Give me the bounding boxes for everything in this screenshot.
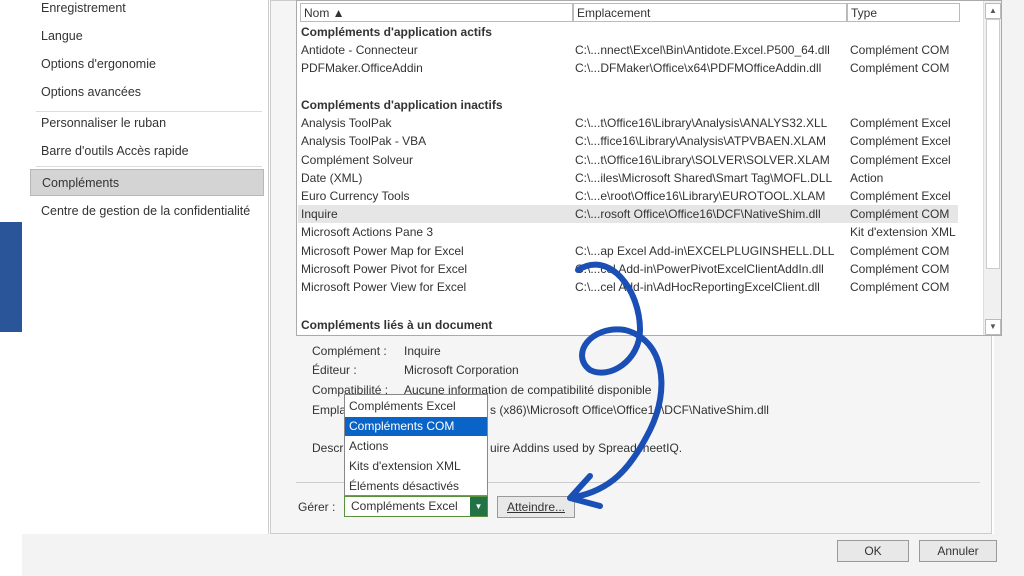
row-name: Date (XML) <box>301 171 363 185</box>
row-type: Complément COM <box>850 207 950 221</box>
excel-background-strip <box>0 0 22 576</box>
row-type: Complément COM <box>850 244 950 258</box>
detail-publisher: Éditeur : Microsoft Corporation <box>312 363 519 377</box>
nav-item-accessibility[interactable]: Options d'ergonomie <box>30 51 264 78</box>
table-row[interactable]: Complément Solveur C:\...t\Office16\Libra… <box>298 151 958 169</box>
options-nav: Enregistrement Langue Options d'ergonomi… <box>30 0 269 534</box>
table-row[interactable]: Microsoft Power Pivot for Excel C:\...cel… <box>298 260 958 278</box>
row-type: Complément Excel <box>850 189 951 203</box>
table-row[interactable]: Microsoft Power View for Excel C:\...cel … <box>298 278 958 296</box>
row-type: Complément Excel <box>850 134 951 148</box>
dialog-footer: OK Annuler <box>22 534 1024 576</box>
row-type: Complément COM <box>850 262 950 276</box>
row-location: C:\...DFMaker\Office\x64\PDFMOfficeAddin… <box>575 61 822 75</box>
table-row[interactable]: Date (XML) C:\...iles\Microsoft Shared\Sm… <box>298 169 958 187</box>
row-name: Analysis ToolPak - VBA <box>301 134 427 148</box>
scroll-down-arrow-icon[interactable]: ▼ <box>985 319 1001 335</box>
table-row[interactable]: Antidote - Connecteur C:\...nnect\Excel\B… <box>298 41 958 59</box>
row-name: Microsoft Power View for Excel <box>301 280 467 294</box>
row-name: Microsoft Power Map for Excel <box>301 244 464 258</box>
row-type: Complément Excel <box>850 153 951 167</box>
group-document-addins: Compléments liés à un document <box>301 318 493 332</box>
detail-location-value: s (x86)\Microsoft Office\Office16\DCF\Na… <box>490 403 769 417</box>
dropdown-option-excel-addins[interactable]: Compléments Excel <box>345 397 487 416</box>
row-name: Microsoft Power Pivot for Excel <box>301 262 468 276</box>
manage-dropdown-list[interactable]: Compléments Excel Compléments COM Action… <box>344 394 488 496</box>
row-type: Action <box>850 171 884 185</box>
row-location: C:\...nnect\Excel\Bin\Antidote.Excel.P50… <box>575 43 830 57</box>
scroll-up-arrow-icon[interactable]: ▲ <box>985 3 1001 19</box>
table-row[interactable]: Microsoft Power Map for Excel C:\...ap Ex… <box>298 242 958 260</box>
go-button[interactable]: Atteindre... <box>497 496 575 518</box>
row-name: Antidote - Connecteur <box>301 43 418 57</box>
addins-list[interactable]: Nom ▲ Emplacement Type Compléments d'app… <box>296 0 1002 336</box>
row-name: Microsoft Actions Pane 3 <box>301 225 434 239</box>
row-location: C:\...e\root\Office16\Library\EUROTOOL.X… <box>575 189 826 203</box>
table-row[interactable]: PDFMaker.OfficeAddin C:\...DFMaker\Office… <box>298 59 958 77</box>
manage-label: Gérer : <box>298 500 336 514</box>
dropdown-option-disabled-items[interactable]: Éléments désactivés <box>345 477 487 496</box>
group-active-addins: Compléments d'application actifs <box>301 25 492 39</box>
row-name: Euro Currency Tools <box>301 189 410 203</box>
manage-select-value: Compléments Excel <box>351 499 458 513</box>
row-location: C:\...t\Office16\Library\SOLVER\SOLVER.X… <box>575 153 830 167</box>
table-row[interactable]: Analysis ToolPak C:\...t\Office16\Library… <box>298 114 958 132</box>
nav-item-customize-ribbon[interactable]: Personnaliser le ruban <box>30 110 264 137</box>
detail-description-value: uire Addins used by SpreadsheetIQ. <box>490 441 683 455</box>
detail-addin: Complément : Inquire <box>312 344 441 358</box>
table-row[interactable]: Euro Currency Tools C:\...e\root\Office16… <box>298 187 958 205</box>
detail-description-label: Descr <box>312 441 344 455</box>
row-location: C:\...t\Office16\Library\Analysis\ANALYS… <box>575 116 828 130</box>
detail-location-label: Empla <box>312 403 347 417</box>
row-location: C:\...rosoft Office\Office16\DCF\NativeS… <box>575 207 821 221</box>
detail-label: Éditeur : <box>312 363 357 377</box>
column-header-location[interactable]: Emplacement <box>573 3 847 22</box>
row-name: PDFMaker.OfficeAddin <box>301 61 423 75</box>
cancel-button[interactable]: Annuler <box>919 540 997 562</box>
row-type: Complément COM <box>850 280 950 294</box>
dropdown-option-com-addins[interactable]: Compléments COM <box>345 417 487 436</box>
row-name: Complément Solveur <box>301 153 414 167</box>
row-type: Kit d'extension XML <box>850 225 956 239</box>
scroll-thumb[interactable] <box>986 19 1000 269</box>
row-type: Complément COM <box>850 43 950 57</box>
nav-separator <box>36 166 262 167</box>
dropdown-option-actions[interactable]: Actions <box>345 437 487 456</box>
excel-blue-band <box>0 222 22 332</box>
nav-item-language[interactable]: Langue <box>30 23 264 50</box>
nav-item-addins[interactable]: Compléments <box>30 169 264 196</box>
nav-item-trust-center[interactable]: Centre de gestion de la confidentialité <box>30 198 264 225</box>
group-inactive-addins: Compléments d'application inactifs <box>301 98 503 112</box>
row-type: Complément COM <box>850 61 950 75</box>
row-location: C:\...iles\Microsoft Shared\Smart Tag\MO… <box>575 171 833 185</box>
ok-button[interactable]: OK <box>837 540 909 562</box>
row-location: C:\...cel Add-in\PowerPivotExcelClientAd… <box>575 262 824 276</box>
detail-value: Microsoft Corporation <box>404 363 519 377</box>
row-location: C:\...ffice16\Library\Analysis\ATPVBAEN.… <box>575 134 826 148</box>
table-row-selected[interactable]: Inquire C:\...rosoft Office\Office16\DCF\… <box>298 205 958 223</box>
list-scrollbar[interactable]: ▲ ▼ <box>983 1 1001 335</box>
nav-item-save[interactable]: Enregistrement <box>30 0 264 22</box>
row-name: Inquire <box>301 207 338 221</box>
dropdown-option-xml-expansion-packs[interactable]: Kits d'extension XML <box>345 457 487 476</box>
column-header-name[interactable]: Nom ▲ <box>300 3 573 22</box>
nav-item-quick-access-toolbar[interactable]: Barre d'outils Accès rapide <box>30 138 264 165</box>
table-row[interactable]: Microsoft Actions Pane 3 Kit d'extension … <box>298 223 958 241</box>
row-location: C:\...ap Excel Add-in\EXCELPLUGINSHELL.D… <box>575 244 835 258</box>
row-name: Analysis ToolPak <box>301 116 392 130</box>
detail-label: Complément : <box>312 344 387 358</box>
column-header-type[interactable]: Type <box>847 3 960 22</box>
dropdown-arrow-icon[interactable]: ▼ <box>470 497 487 516</box>
detail-value: Inquire <box>404 344 441 358</box>
manage-select[interactable]: Compléments Excel ▼ <box>344 496 488 517</box>
row-location: C:\...cel Add-in\AdHocReportingExcelClie… <box>575 280 820 294</box>
nav-item-advanced[interactable]: Options avancées <box>30 79 264 106</box>
table-row[interactable]: Analysis ToolPak - VBA C:\...ffice16\Libr… <box>298 132 958 150</box>
row-type: Complément Excel <box>850 116 951 130</box>
